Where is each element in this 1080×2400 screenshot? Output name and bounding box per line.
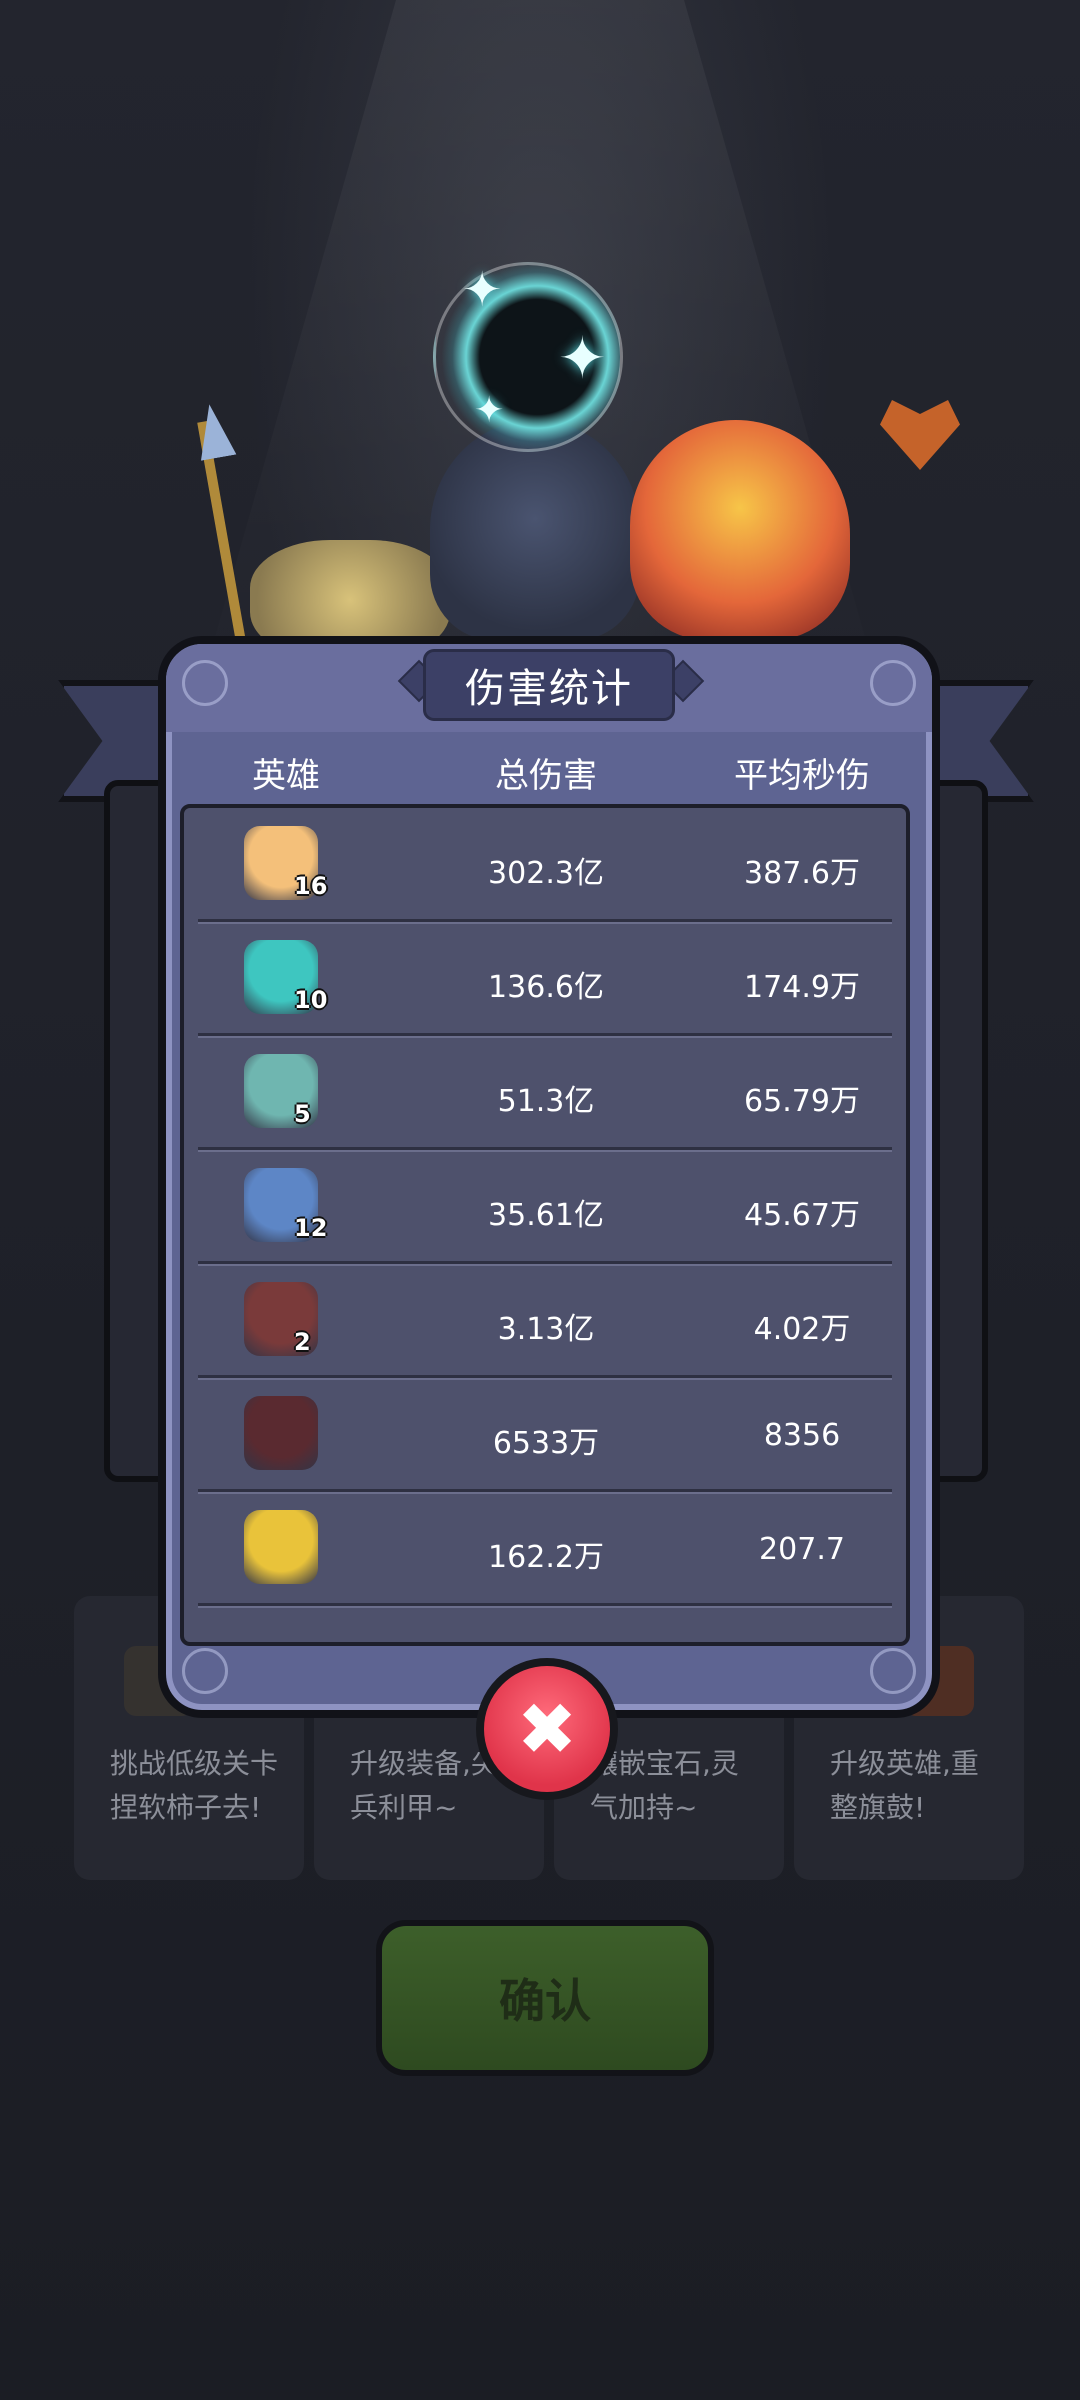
table-row: 6533万 8356 — [184, 1378, 906, 1492]
hero-level: 5 — [294, 1100, 311, 1128]
dps-value: 387.6万 — [744, 856, 860, 891]
total-damage-value: 51.3亿 — [497, 1084, 595, 1119]
hero-level: 16 — [294, 872, 328, 900]
sparkle-icon: ✦ — [474, 390, 505, 431]
sparkle-icon: ✦ — [462, 262, 503, 318]
close-button[interactable]: ✖ — [476, 1658, 618, 1800]
damage-table: 16 302.3亿 387.6万 10 136.6亿 174.9万 5 51.3亿 65.79万… — [180, 804, 910, 1646]
table-row: 5 51.3亿 65.79万 — [184, 1036, 906, 1150]
total-damage-value: 3.13亿 — [497, 1312, 595, 1347]
column-header-dps: 平均秒伤 — [734, 756, 870, 796]
dialog-title-bar: 伤害统计 — [166, 644, 932, 732]
row-divider — [198, 1603, 892, 1606]
corner-ornament — [182, 660, 228, 706]
corner-ornament — [182, 1648, 228, 1694]
mage-hero-sprite — [430, 420, 640, 640]
column-header-total: 总伤害 — [495, 756, 597, 796]
dps-value: 8356 — [763, 1418, 841, 1453]
table-header: 英雄 总伤害 平均秒伤 — [166, 740, 932, 800]
table-row: 162.2万 207.7 — [184, 1492, 906, 1606]
tip-text: 升级英雄,重整旗鼓! — [830, 1747, 979, 1824]
column-header-hero: 英雄 — [252, 756, 320, 796]
golden-beast-hero-icon — [244, 1510, 318, 1584]
hero-level: 2 — [294, 1328, 311, 1356]
total-damage-value: 6533万 — [492, 1426, 600, 1461]
total-damage-value: 302.3亿 — [488, 856, 604, 891]
dps-value: 4.02万 — [753, 1312, 851, 1347]
damage-stats-dialog: 伤害统计 英雄 总伤害 平均秒伤 16 302.3亿 387.6万 10 136.6亿 1… — [158, 636, 940, 1718]
tip-text: 挑战低级关卡捏软柿子去! — [110, 1747, 279, 1824]
corner-ornament — [870, 660, 916, 706]
confirm-button[interactable]: 确认 — [376, 1920, 714, 2076]
dps-value: 174.9万 — [744, 970, 860, 1005]
table-row: 12 35.61亿 45.67万 — [184, 1150, 906, 1264]
table-row: 2 3.13亿 4.02万 — [184, 1264, 906, 1378]
hero-level: 10 — [294, 986, 328, 1014]
dps-value: 207.7 — [759, 1532, 845, 1567]
dialog-title: 伤害统计 — [426, 652, 672, 718]
tip-text: 镶嵌宝石,灵气加持~ — [590, 1747, 739, 1824]
total-damage-value: 136.6亿 — [488, 970, 604, 1005]
dps-value: 65.79万 — [744, 1084, 860, 1119]
hero-level: 12 — [294, 1214, 328, 1242]
total-damage-value: 162.2万 — [488, 1540, 604, 1575]
corner-ornament — [870, 1648, 916, 1694]
total-damage-value: 35.61亿 — [488, 1198, 604, 1233]
dps-value: 45.67万 — [744, 1198, 860, 1233]
table-row: 16 302.3亿 387.6万 — [184, 808, 906, 922]
table-row: 10 136.6亿 174.9万 — [184, 922, 906, 1036]
demon-hero-icon — [244, 1396, 318, 1470]
sparkle-icon: ✦ — [558, 324, 607, 392]
